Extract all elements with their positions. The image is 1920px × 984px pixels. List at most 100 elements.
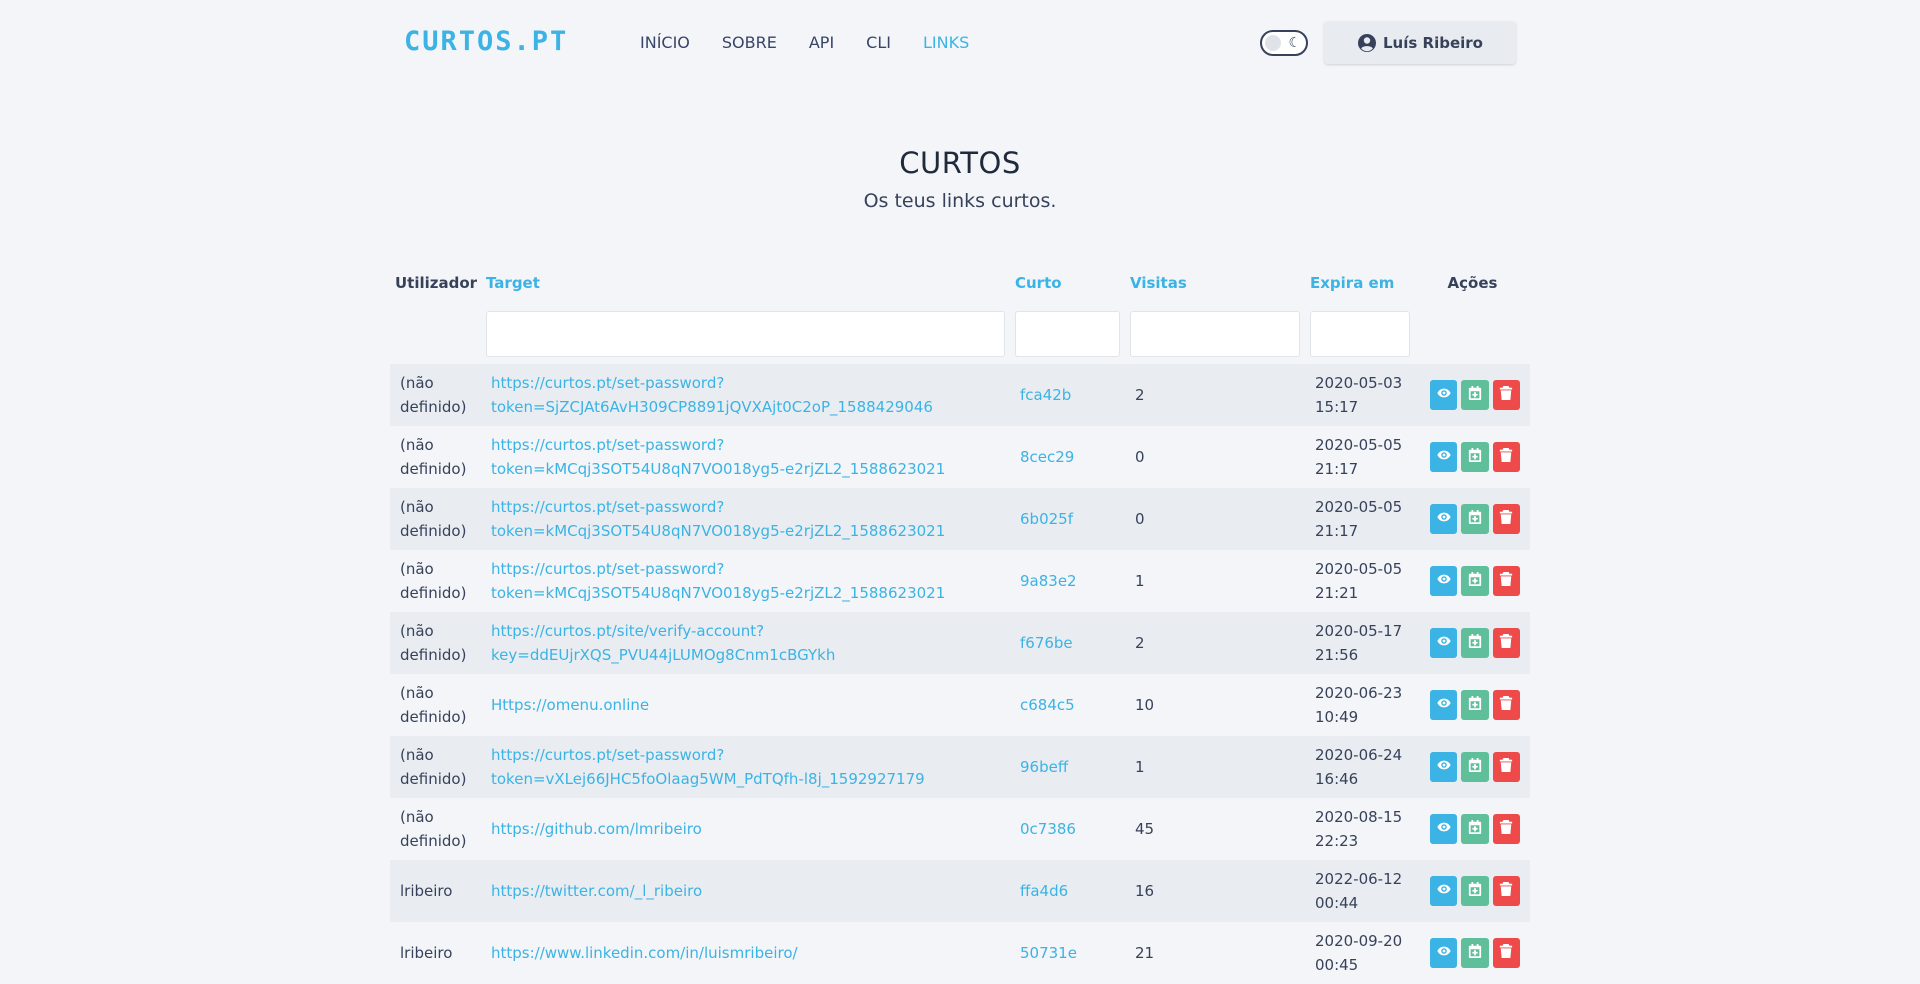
cell-short-link[interactable]: f676be — [1010, 612, 1125, 674]
view-button[interactable] — [1430, 690, 1458, 720]
view-button[interactable] — [1430, 752, 1458, 782]
eye-icon — [1437, 879, 1451, 903]
cell-short-link[interactable]: ffa4d6 — [1010, 860, 1125, 922]
cell-actions — [1415, 798, 1530, 860]
delete-button[interactable] — [1492, 752, 1520, 782]
extend-button[interactable] — [1461, 442, 1489, 472]
header-target[interactable]: Target — [481, 262, 1010, 304]
filter-visits-input[interactable] — [1130, 311, 1300, 357]
cell-target-link[interactable]: https://www.linkedin.com/in/luismribeiro… — [481, 922, 1010, 984]
cell-expires: 2022-06-12 00:44 — [1315, 870, 1403, 912]
extend-button[interactable] — [1461, 690, 1489, 720]
nav-sobre[interactable]: SOBRE — [722, 33, 777, 52]
cell-short-link[interactable]: 9a83e2 — [1010, 550, 1125, 612]
delete-button[interactable] — [1492, 566, 1520, 596]
cell-actions — [1415, 736, 1530, 798]
extend-button[interactable] — [1461, 380, 1489, 410]
delete-button[interactable] — [1492, 442, 1520, 472]
cell-user: (não definido) — [400, 436, 467, 478]
view-button[interactable] — [1430, 628, 1458, 658]
extend-button[interactable] — [1461, 876, 1489, 906]
delete-button[interactable] — [1492, 814, 1520, 844]
filter-target-input[interactable] — [486, 311, 1005, 357]
user-menu-button[interactable]: Luís Ribeiro — [1324, 21, 1516, 64]
cell-user: (não definido) — [400, 622, 467, 664]
table-row: (não definido) https://curtos.pt/set-pass… — [390, 736, 1530, 798]
header-actions: Ações — [1447, 274, 1498, 292]
filter-expires-input[interactable] — [1310, 311, 1410, 357]
eye-icon — [1437, 445, 1451, 469]
view-button[interactable] — [1430, 938, 1458, 968]
cell-short-link[interactable]: 96beff — [1010, 736, 1125, 798]
cell-target-link[interactable]: https://twitter.com/_l_ribeiro — [481, 860, 1010, 922]
view-button[interactable] — [1430, 442, 1458, 472]
cell-actions — [1415, 922, 1530, 984]
extend-button[interactable] — [1461, 628, 1489, 658]
cell-target-link[interactable]: https://curtos.pt/site/verify-account?ke… — [481, 612, 1010, 674]
links-table-container: Utilizador Target Curto Visitas Expira e… — [390, 262, 1530, 984]
cell-actions — [1415, 364, 1530, 426]
delete-button[interactable] — [1492, 876, 1520, 906]
cell-visits: 0 — [1135, 510, 1145, 528]
delete-button[interactable] — [1492, 690, 1520, 720]
filter-cell-visits — [1125, 304, 1305, 364]
cell-target-link[interactable]: https://curtos.pt/set-password?token=kMC… — [481, 426, 1010, 488]
extend-button[interactable] — [1461, 566, 1489, 596]
view-button[interactable] — [1430, 380, 1458, 410]
delete-button[interactable] — [1492, 938, 1520, 968]
table-row: lribeiro https://www.linkedin.com/in/luis… — [390, 922, 1530, 984]
cell-target-link[interactable]: https://curtos.pt/set-password?token=kMC… — [481, 488, 1010, 550]
cell-expires: 2020-06-23 10:49 — [1315, 684, 1403, 726]
nav-inicio[interactable]: INÍCIO — [640, 33, 690, 52]
cell-short-link[interactable]: 50731e — [1010, 922, 1125, 984]
table-row: (não definido) https://curtos.pt/site/ver… — [390, 612, 1530, 674]
cell-target-link[interactable]: Https://omenu.online — [481, 674, 1010, 736]
cell-short-link[interactable]: 0c7386 — [1010, 798, 1125, 860]
header-expires[interactable]: Expira em — [1305, 262, 1415, 304]
filter-short-input[interactable] — [1015, 311, 1120, 357]
cell-target-link[interactable]: https://curtos.pt/set-password?token=kMC… — [481, 550, 1010, 612]
calendar-plus-icon — [1468, 755, 1482, 779]
cell-short-link[interactable]: c684c5 — [1010, 674, 1125, 736]
row-actions — [1425, 690, 1520, 720]
trash-icon — [1499, 755, 1513, 779]
filter-cell-short — [1010, 304, 1125, 364]
cell-visits: 16 — [1135, 882, 1155, 900]
logo[interactable]: CURTOS.PT — [404, 26, 568, 57]
header-short[interactable]: Curto — [1010, 262, 1125, 304]
nav-cli[interactable]: CLI — [866, 33, 891, 52]
extend-button[interactable] — [1461, 504, 1489, 534]
row-actions — [1425, 628, 1520, 658]
cell-user: (não definido) — [400, 374, 467, 416]
calendar-plus-icon — [1468, 693, 1482, 717]
cell-short-link[interactable]: 8cec29 — [1010, 426, 1125, 488]
view-button[interactable] — [1430, 814, 1458, 844]
extend-button[interactable] — [1461, 938, 1489, 968]
cell-visits: 10 — [1135, 696, 1155, 714]
view-button[interactable] — [1430, 876, 1458, 906]
view-button[interactable] — [1430, 504, 1458, 534]
delete-button[interactable] — [1492, 504, 1520, 534]
theme-toggle[interactable]: ☾ — [1260, 30, 1308, 56]
delete-button[interactable] — [1492, 380, 1520, 410]
delete-button[interactable] — [1492, 628, 1520, 658]
cell-actions — [1415, 674, 1530, 736]
table-row: (não definido) Https://omenu.online c684c5… — [390, 674, 1530, 736]
cell-expires: 2020-06-24 16:46 — [1315, 746, 1403, 788]
calendar-plus-icon — [1468, 445, 1482, 469]
extend-button[interactable] — [1461, 752, 1489, 782]
cell-short-link[interactable]: 6b025f — [1010, 488, 1125, 550]
header-user: Utilizador — [395, 274, 478, 292]
cell-target-link[interactable]: https://curtos.pt/set-password?token=vXL… — [481, 736, 1010, 798]
nav-api[interactable]: API — [809, 33, 834, 52]
view-button[interactable] — [1430, 566, 1458, 596]
cell-target-link[interactable]: https://curtos.pt/set-password?token=SjZ… — [481, 364, 1010, 426]
cell-target-link[interactable]: https://github.com/lmribeiro — [481, 798, 1010, 860]
extend-button[interactable] — [1461, 814, 1489, 844]
header-visits[interactable]: Visitas — [1125, 262, 1305, 304]
moon-icon: ☾ — [1288, 35, 1301, 51]
cell-short-link[interactable]: fca42b — [1010, 364, 1125, 426]
nav-links[interactable]: LINKS — [923, 33, 969, 52]
table-row: lribeiro https://twitter.com/_l_ribeiro ff… — [390, 860, 1530, 922]
filter-cell-actions — [1415, 304, 1530, 364]
